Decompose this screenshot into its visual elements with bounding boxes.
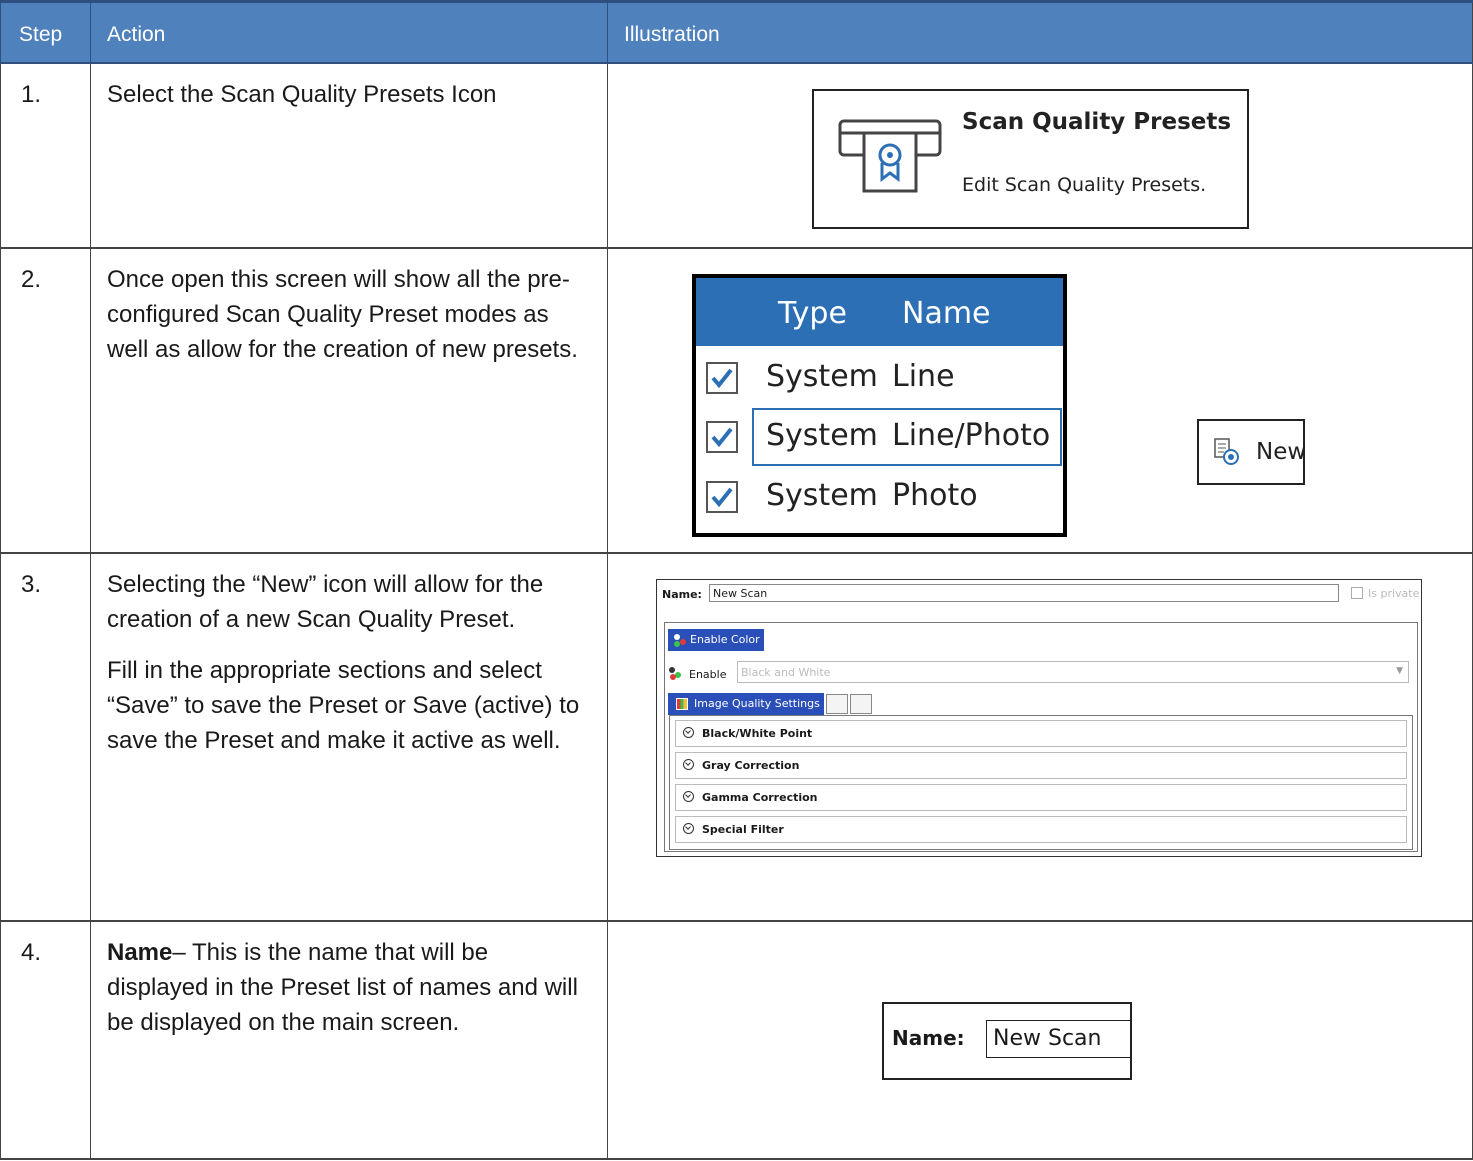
step-term: Name [107, 939, 173, 966]
enable-color-label: Enable Color [690, 633, 760, 646]
header-step: Step [0, 3, 90, 62]
illustration-cell: Name: New Scan [607, 922, 1473, 1158]
illustration-cell: Type Name System Line System Line/Photo … [607, 249, 1473, 552]
tab-image-quality-settings[interactable]: Image Quality Settings [668, 693, 824, 715]
is-private-label: Is private [1368, 587, 1420, 600]
preset-row[interactable]: System Line [696, 350, 1063, 408]
checkbox-checked-icon[interactable] [706, 421, 738, 453]
preset-type: System [766, 478, 878, 513]
name-label: Name: [892, 1026, 965, 1050]
step-action-detail: Fill in the appropriate sections and sel… [107, 657, 580, 754]
tab-label: Image Quality Settings [694, 697, 820, 710]
expand-icon [683, 791, 694, 802]
name-input[interactable]: New Scan [709, 584, 1339, 602]
checkbox-checked-icon[interactable] [706, 362, 738, 394]
preset-name: Line [892, 359, 955, 394]
preset-name: Line/Photo [892, 418, 1051, 453]
header-illustration: Illustration [607, 3, 1473, 62]
preset-row[interactable]: System Line/Photo [696, 409, 1063, 467]
table-row: 3. Selecting the “New” icon will allow f… [0, 554, 1473, 922]
step-action: Selecting the “New” icon will allow for … [107, 571, 544, 633]
column-type: Type [778, 296, 847, 331]
new-preset-form: Name: New Scan Is private Enable Color E… [656, 579, 1422, 857]
name-input[interactable]: New Scan [986, 1020, 1132, 1058]
tab-tertiary[interactable] [850, 694, 872, 714]
section-special-filter[interactable]: Special Filter [675, 816, 1407, 843]
header-action: Action [90, 3, 607, 62]
scanner-ribbon-icon [838, 119, 942, 193]
new-button-label: New [1256, 439, 1307, 465]
preset-name: Photo [892, 478, 978, 513]
tile-title: Scan Quality Presets [962, 109, 1232, 135]
section-black-white-point[interactable]: Black/White Point [675, 720, 1407, 747]
step-action: Once open this screen will show all the … [107, 266, 578, 363]
expand-icon [683, 759, 694, 770]
preset-type: System [766, 359, 878, 394]
new-button[interactable]: New [1197, 419, 1307, 485]
step-action: Select the Scan Quality Presets Icon [107, 81, 497, 108]
section-gray-correction[interactable]: Gray Correction [675, 752, 1407, 779]
enable-select-value: Black and White [741, 666, 831, 679]
table-row: 2. Once open this screen will show all t… [0, 249, 1473, 554]
tab-content: Black/White Point Gray Correction Gamma … [669, 715, 1413, 850]
step-number: 3. [21, 571, 42, 598]
preset-row[interactable]: System Photo [696, 469, 1063, 527]
preset-list-header: Type Name [696, 278, 1063, 346]
tab-secondary[interactable] [826, 694, 848, 714]
expand-icon [683, 823, 694, 834]
preset-list: Type Name System Line System Line/Photo … [692, 274, 1067, 537]
illustration-cell: Scan Quality Presets Edit Scan Quality P… [607, 64, 1473, 247]
name-label: Name: [662, 588, 702, 601]
step-number: 4. [21, 939, 42, 966]
color-dots-icon [674, 634, 680, 640]
step-number: 2. [21, 266, 42, 293]
expand-icon [683, 727, 694, 738]
preset-type: System [766, 418, 878, 453]
enable-icon [669, 667, 675, 673]
checkbox-checked-icon[interactable] [706, 481, 738, 513]
is-private-checkbox[interactable] [1351, 587, 1363, 599]
settings-panel: Enable Color Enable Black and White ▼ Im… [664, 622, 1418, 852]
table-header-row: Step Action Illustration [0, 0, 1473, 64]
enable-select[interactable]: Black and White ▼ [737, 661, 1409, 683]
image-quality-icon [676, 698, 688, 710]
step-action: – This is the name that will be displaye… [107, 939, 578, 1036]
section-gamma-correction[interactable]: Gamma Correction [675, 784, 1407, 811]
chevron-down-icon: ▼ [1396, 666, 1403, 676]
name-field-closeup: Name: New Scan [882, 1002, 1132, 1080]
table-row: 1. Select the Scan Quality Presets Icon … [0, 64, 1473, 249]
enable-label: Enable [689, 668, 727, 681]
scan-quality-presets-tile: Scan Quality Presets Edit Scan Quality P… [812, 89, 1249, 229]
step-number: 1. [21, 81, 42, 108]
enable-color-button[interactable]: Enable Color [668, 629, 764, 651]
tile-subtitle: Edit Scan Quality Presets. [962, 174, 1207, 196]
new-document-icon [1214, 438, 1239, 465]
table-row: 4. Name– This is the name that will be d… [0, 922, 1473, 1160]
illustration-cell: Name: New Scan Is private Enable Color E… [607, 554, 1473, 920]
column-name: Name [902, 296, 991, 331]
